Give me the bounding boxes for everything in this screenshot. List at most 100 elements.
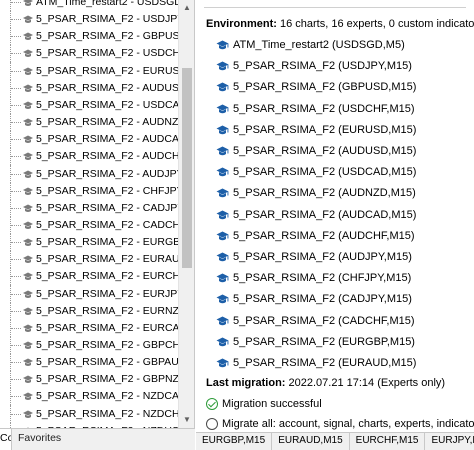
scroll-down-arrow-icon[interactable]: ▼ — [179, 412, 195, 428]
navigator-item-label: 5_PSAR_RSIMA_F2 - AUDNZD,M15 — [36, 116, 178, 129]
expert-advisor-icon — [23, 67, 33, 75]
expert-advisor-icon — [23, 118, 33, 127]
chart-tab[interactable]: EURCHF,M15 — [350, 433, 426, 450]
tree-connector — [10, 130, 22, 149]
navigator-item-label: 5_PSAR_RSIMA_F2 - AUDCHF,M15 — [36, 150, 178, 163]
graduation-cap-icon — [216, 125, 229, 135]
chart-tab[interactable]: EURGBP,M15 — [196, 433, 273, 450]
environment-value: 16 charts, 16 experts, 0 custom indicato… — [279, 18, 474, 30]
migrate-all-line[interactable]: Migrate all: account, signal, charts, ex… — [206, 415, 474, 432]
tree-connector — [10, 61, 22, 80]
navigator-item-label: 5_PSAR_RSIMA_F2 - GBPNZD,M15 — [36, 373, 178, 386]
tree-connector — [10, 233, 22, 252]
expert-advisor-icon — [23, 307, 33, 315]
tree-connector — [10, 250, 22, 269]
tree-connector — [10, 336, 22, 354]
navigator-scrollbar[interactable]: ▲ ▼ — [178, 0, 194, 428]
expert-advisor-icon — [23, 15, 33, 24]
migrated-chart-label: 5_PSAR_RSIMA_F2 (EURUSD,M15) — [233, 123, 417, 136]
tree-connector — [10, 215, 22, 234]
navigator-tree: ATM_Time_restart2 - USDSGD,M55_PSAR_RSIM… — [0, 0, 178, 428]
graduation-cap-icon — [216, 82, 229, 92]
expert-advisor-icon — [23, 392, 33, 401]
expert-advisor-icon — [23, 341, 33, 349]
migrated-chart-item: 5_PSAR_RSIMA_F2 (CADCHF,M15) — [216, 312, 415, 330]
navigator-item-label: 5_PSAR_RSIMA_F2 - GBPCHF,M15 — [36, 339, 178, 351]
migrated-chart-label: 5_PSAR_RSIMA_F2 (AUDCHF,M15) — [233, 229, 415, 242]
navigator-item-label: 5_PSAR_RSIMA_F2 - EURUSD,M15 — [36, 64, 178, 77]
navigator-item-label: 5_PSAR_RSIMA_F2 - CADJPY,M15 — [36, 201, 178, 214]
navigator-item-label: 5_PSAR_RSIMA_F2 - USDJPY,M15 — [36, 13, 178, 26]
migrated-chart-item: 5_PSAR_RSIMA_F2 (AUDCHF,M15) — [216, 227, 415, 245]
expert-advisor-icon — [23, 101, 33, 109]
expert-advisor-icon — [23, 135, 33, 144]
expert-advisor-icon — [23, 255, 33, 264]
migrate-all-link[interactable]: Migrate all: account, signal, charts, ex… — [206, 418, 474, 430]
graduation-cap-icon — [216, 40, 229, 50]
tree-connector — [10, 370, 22, 389]
navigator-item-label: 5_PSAR_RSIMA_F2 - EURNZD,M15 — [36, 304, 178, 317]
graduation-cap-icon — [216, 337, 229, 347]
graduation-cap-icon — [216, 167, 229, 177]
navigator-item-label: 5_PSAR_RSIMA_F2 - AUDCAD,M15 — [36, 133, 178, 146]
environment-label: Environment: — [206, 18, 277, 30]
migrated-chart-label: 5_PSAR_RSIMA_F2 (GBPUSD,M15) — [233, 81, 417, 94]
tree-connector — [10, 113, 22, 132]
migrated-chart-label: 5_PSAR_RSIMA_F2 (USDCAD,M15) — [233, 166, 417, 179]
migrated-chart-item: 5_PSAR_RSIMA_F2 (EURGBP,M15) — [216, 333, 415, 351]
graduation-cap-icon — [216, 316, 229, 325]
tree-connector — [10, 267, 22, 286]
chart-tab[interactable]: EURAUD,M15 — [272, 433, 350, 450]
graduation-cap-icon — [216, 146, 229, 156]
tree-connector — [10, 181, 22, 200]
expert-advisor-icon — [23, 290, 33, 298]
migrated-chart-label: 5_PSAR_RSIMA_F2 (EURGBP,M15) — [233, 335, 415, 348]
migrated-chart-item: 5_PSAR_RSIMA_F2 (USDCHF,M15) — [216, 100, 415, 118]
migrated-chart-item: 5_PSAR_RSIMA_F2 (AUDCAD,M15) — [216, 206, 416, 224]
tree-connector — [10, 78, 22, 97]
migrated-chart-label: 5_PSAR_RSIMA_F2 (AUDCAD,M15) — [233, 208, 417, 221]
last-migration-value: 2022.07.21 17:14 (Experts only) — [288, 377, 446, 389]
navigator-panel: ATM_Time_restart2 - USDSGD,M55_PSAR_RSIM… — [0, 0, 195, 450]
navigator-item-label: 5_PSAR_RSIMA_F2 - GBPAUD,M15 — [36, 356, 178, 369]
navigator-item-label: 5_PSAR_RSIMA_F2 - EURCAD,M15 — [36, 321, 178, 334]
graduation-cap-icon — [216, 61, 229, 71]
migrated-chart-item: 5_PSAR_RSIMA_F2 (CADJPY,M15) — [216, 290, 412, 308]
navigator-item-label: 5_PSAR_RSIMA_F2 - USDCHF,M15 — [36, 47, 178, 60]
tree-connector — [10, 353, 22, 372]
migrated-chart-item: 5_PSAR_RSIMA_F2 (CHFJPY,M15) — [216, 269, 411, 287]
tree-connector — [10, 147, 22, 166]
graduation-cap-icon — [216, 294, 229, 304]
migrated-chart-item: 5_PSAR_RSIMA_F2 (AUDUSD,M15) — [216, 142, 416, 160]
graduation-cap-icon — [216, 252, 229, 262]
migration-panel: Environment: 16 charts, 16 experts, 0 cu… — [196, 0, 474, 432]
expert-advisor-icon — [23, 375, 33, 384]
navigator-item-label: 5_PSAR_RSIMA_F2 - EURCHF,M15 — [36, 270, 178, 283]
graduation-cap-icon — [216, 358, 229, 368]
tree-connector — [10, 44, 22, 63]
migrated-chart-label: 5_PSAR_RSIMA_F2 (CADJPY,M15) — [233, 293, 412, 306]
tab-common[interactable]: Common — [0, 429, 12, 450]
migrated-chart-label: 5_PSAR_RSIMA_F2 (CHFJPY,M15) — [233, 272, 412, 285]
chart-tab[interactable]: EURJPY,M15 — [425, 433, 474, 450]
expert-advisor-icon — [23, 187, 33, 195]
expert-advisor-icon — [23, 152, 33, 161]
info-icon — [206, 418, 218, 430]
expert-advisor-icon — [23, 204, 33, 212]
scrollbar-thumb[interactable] — [182, 68, 192, 268]
migrated-chart-label: 5_PSAR_RSIMA_F2 (CADCHF,M15) — [233, 314, 415, 327]
graduation-cap-icon — [216, 231, 229, 241]
navigator-item-label: 5_PSAR_RSIMA_F2 - CHFJPY,M15 — [36, 184, 178, 197]
navigator-item-label: 5_PSAR_RSIMA_F2 - NZDCHF,M15 — [36, 407, 178, 420]
scroll-up-arrow-icon[interactable]: ▲ — [179, 0, 195, 16]
tab-favorites[interactable]: Favorites — [12, 429, 67, 450]
expert-advisor-icon — [23, 0, 33, 6]
graduation-cap-icon — [216, 273, 229, 283]
expert-advisor-icon — [23, 410, 33, 418]
tree-connector — [10, 301, 22, 320]
chart-window-tabs: EURGBP,M15EURAUD,M15EURCHF,M15EURJPY,M15… — [196, 432, 474, 450]
expert-advisor-icon — [23, 324, 33, 332]
tree-connector — [10, 164, 22, 183]
graduation-cap-icon — [216, 210, 229, 219]
tree-connector — [10, 318, 22, 337]
